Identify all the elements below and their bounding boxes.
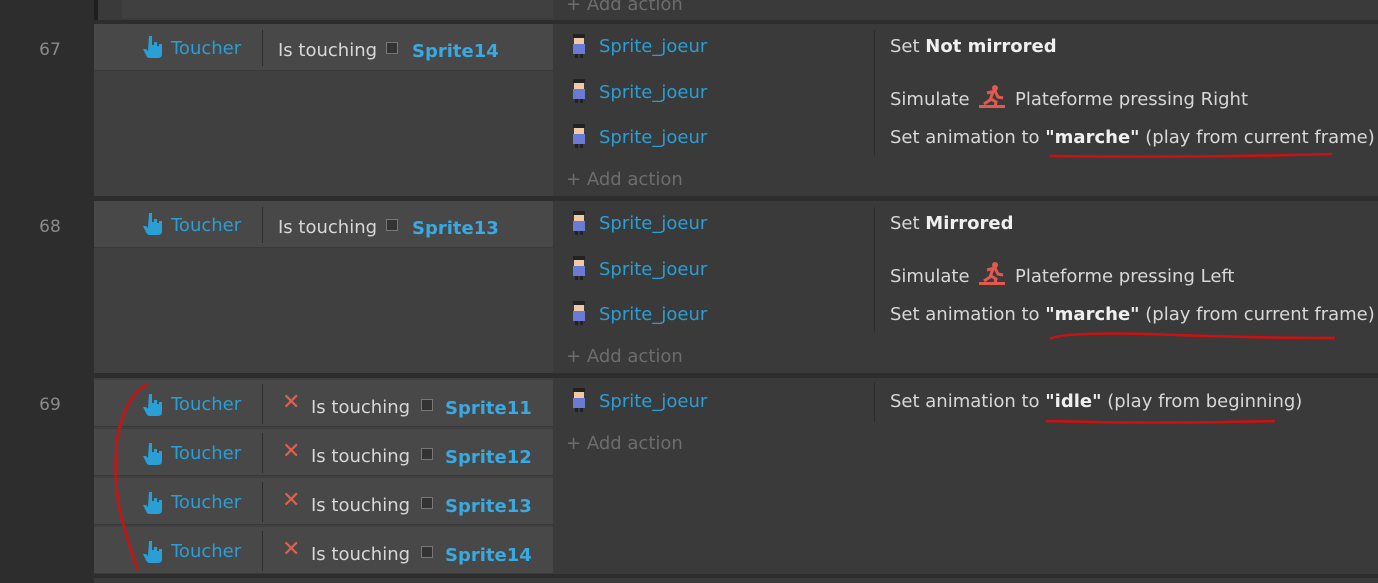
underline-annotation bbox=[1049, 152, 1333, 158]
underline-annotation bbox=[1045, 419, 1276, 424]
bracket-annotation bbox=[114, 382, 149, 571]
annotation-overlay bbox=[114, 152, 1336, 571]
underline-annotation bbox=[1049, 332, 1336, 341]
